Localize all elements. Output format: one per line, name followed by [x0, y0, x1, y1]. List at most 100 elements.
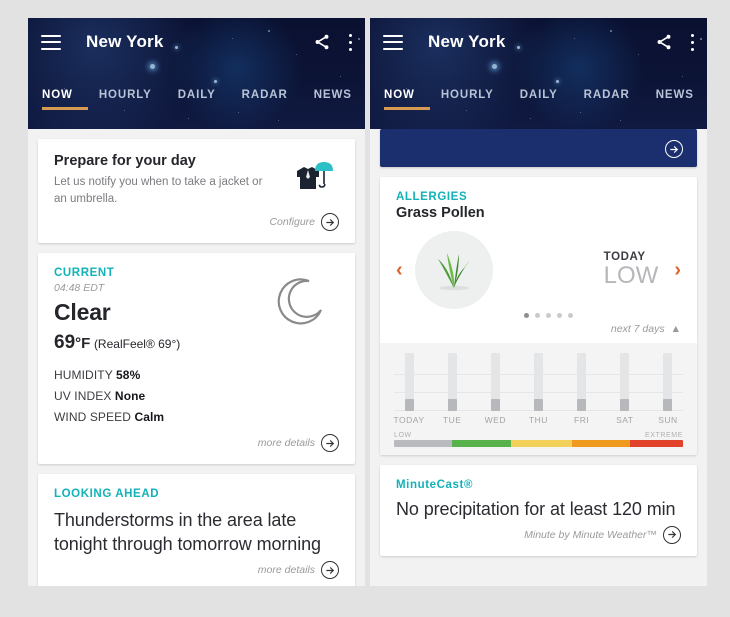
- chart-bar-label: TUE: [442, 415, 462, 425]
- bar-track: [404, 353, 414, 411]
- screenshot-stage: New York NOW HOURLY DAILY RADAR NEWS Pre…: [0, 0, 730, 617]
- arrow-right-circle-icon[interactable]: [321, 561, 339, 580]
- minutecast-text: No precipitation for at least 120 min: [396, 499, 676, 519]
- configure-label: Configure: [269, 216, 315, 229]
- minutecast-card[interactable]: MinuteCast® No precipitation for at leas…: [380, 465, 697, 556]
- tab-hourly[interactable]: HOURLY: [99, 89, 152, 110]
- scale-segment-very-high: [571, 440, 630, 447]
- current-more-details-label: more details: [257, 437, 315, 450]
- chevron-up-icon[interactable]: ▲: [671, 324, 681, 335]
- allergy-type: Grass Pollen: [396, 205, 485, 221]
- scale-labels: LOW EXTREME: [394, 432, 683, 439]
- pager-dot[interactable]: [524, 313, 529, 318]
- prepare-for-your-day-card[interactable]: Prepare for your day Let us notify you w…: [38, 139, 355, 244]
- bar-track: [533, 353, 543, 411]
- right-scroll-area[interactable]: ALLERGIES Grass Pollen ‹ TODAY LOW › nex…: [370, 129, 707, 586]
- page-title: New York: [428, 32, 506, 51]
- share-icon[interactable]: [313, 33, 331, 51]
- allergy-reading-day: TODAY: [603, 250, 646, 263]
- allergy-reading-value: LOW: [603, 261, 659, 289]
- scale-segment-moderate: [452, 440, 511, 447]
- header-top-bar: New York: [28, 18, 365, 66]
- bar-fill: [404, 399, 414, 411]
- scale-min-label: LOW: [394, 432, 412, 439]
- app-header: New York NOW HOURLY DAILY RADAR NEWS: [370, 18, 707, 129]
- pager-dot[interactable]: [568, 313, 573, 318]
- tab-news[interactable]: NEWS: [656, 89, 694, 110]
- share-icon[interactable]: [655, 33, 673, 51]
- stat-humidity-label: HUMIDITY: [54, 368, 113, 383]
- allergies-eyebrow: ALLERGIES: [396, 191, 468, 203]
- bar-fill: [490, 399, 500, 411]
- chevron-right-icon[interactable]: ›: [674, 260, 681, 280]
- tab-hourly[interactable]: HOURLY: [441, 89, 494, 110]
- pollen-forecast-chart: TODAY TUE WED THU FRI SAT SUN LOW EXTREM…: [380, 343, 697, 455]
- bar-track: [620, 353, 630, 411]
- next-7-days-label: next 7 days: [610, 323, 665, 335]
- hamburger-icon[interactable]: [41, 34, 61, 50]
- arrow-right-circle-icon[interactable]: [321, 434, 339, 453]
- current-more-details-row[interactable]: more details: [54, 434, 339, 453]
- chart-bar: SUN: [653, 353, 683, 425]
- active-tab-indicator: [42, 107, 88, 110]
- stat-uv-index-value: None: [114, 389, 146, 404]
- kebab-menu-icon[interactable]: [690, 33, 694, 51]
- bar-fill: [577, 399, 587, 411]
- tab-news[interactable]: NEWS: [314, 89, 352, 110]
- scale-segment-low: [394, 440, 453, 447]
- crescent-moon-icon: [277, 277, 329, 334]
- header-actions: [655, 33, 694, 51]
- arrow-right-circle-icon[interactable]: [663, 525, 681, 544]
- scrolled-promo-card[interactable]: [380, 129, 697, 167]
- tab-bar: NOW HOURLY DAILY RADAR NEWS: [28, 66, 365, 110]
- grass-pollen-icon: [414, 231, 493, 309]
- pager-dot[interactable]: [557, 313, 562, 318]
- stat-wind-speed-value: Calm: [134, 410, 165, 425]
- looking-ahead-eyebrow: LOOKING AHEAD: [54, 488, 160, 501]
- looking-ahead-more-details-label: more details: [257, 564, 315, 577]
- tab-radar[interactable]: RADAR: [242, 89, 288, 110]
- pager-dot[interactable]: [546, 313, 551, 318]
- arrow-right-circle-icon[interactable]: [321, 213, 339, 232]
- chevron-left-icon[interactable]: ‹: [396, 260, 403, 280]
- tab-daily[interactable]: DAILY: [520, 89, 558, 110]
- chart-bar-label: THU: [528, 415, 548, 425]
- stat-humidity: HUMIDITY 58%: [54, 368, 339, 382]
- bar-track: [663, 353, 673, 411]
- tab-radar[interactable]: RADAR: [584, 89, 630, 110]
- minutecast-action-row[interactable]: Minute by Minute Weather™: [396, 525, 681, 544]
- hamburger-icon[interactable]: [383, 34, 403, 50]
- next-7-days-toggle[interactable]: next 7 days ▲: [396, 323, 681, 335]
- stat-uv-index: UV INDEX None: [54, 389, 339, 403]
- current-conditions-card[interactable]: CURRENT 04:48 EDT Clear 69°F (RealFeel® …: [38, 253, 355, 465]
- bar-track: [577, 353, 587, 411]
- carousel-pager[interactable]: [396, 313, 681, 318]
- pager-dot[interactable]: [535, 313, 540, 318]
- chart-bar-label: SUN: [658, 415, 678, 425]
- stat-humidity-value: 58%: [116, 368, 141, 383]
- bar-track: [447, 353, 457, 411]
- chart-bar-label: FRI: [574, 415, 590, 425]
- looking-ahead-card[interactable]: LOOKING AHEAD Thunderstorms in the area …: [38, 474, 355, 586]
- bar-fill: [620, 399, 630, 411]
- right-phone-panel: New York NOW HOURLY DAILY RADAR NEWS ALL…: [370, 18, 707, 586]
- arrow-right-circle-icon[interactable]: [665, 140, 683, 158]
- allergy-reading: TODAY LOW: [604, 251, 675, 289]
- left-scroll-area[interactable]: Prepare for your day Let us notify you w…: [28, 139, 365, 586]
- prepare-configure-row[interactable]: Configure: [54, 213, 339, 232]
- tab-daily[interactable]: DAILY: [178, 89, 216, 110]
- current-temperature-row: 69°F (RealFeel® 69°): [54, 332, 339, 354]
- severity-scale: [394, 440, 683, 447]
- stat-wind-speed: WIND SPEED Calm: [54, 410, 339, 424]
- current-temp-value: 69: [54, 332, 76, 354]
- stat-uv-index-label: UV INDEX: [54, 389, 112, 404]
- scale-segment-extreme: [629, 440, 683, 447]
- chart-bar: THU: [523, 353, 553, 425]
- chart-bars: TODAY TUE WED THU FRI SAT SUN: [394, 353, 683, 425]
- allergies-card[interactable]: ALLERGIES Grass Pollen ‹ TODAY LOW › nex…: [380, 177, 697, 455]
- allergy-carousel: ‹ TODAY LOW ›: [396, 231, 681, 309]
- bar-fill: [447, 399, 457, 411]
- chart-bar-label: SAT: [616, 415, 634, 425]
- looking-ahead-more-details-row[interactable]: more details: [54, 561, 339, 580]
- kebab-menu-icon[interactable]: [348, 33, 352, 51]
